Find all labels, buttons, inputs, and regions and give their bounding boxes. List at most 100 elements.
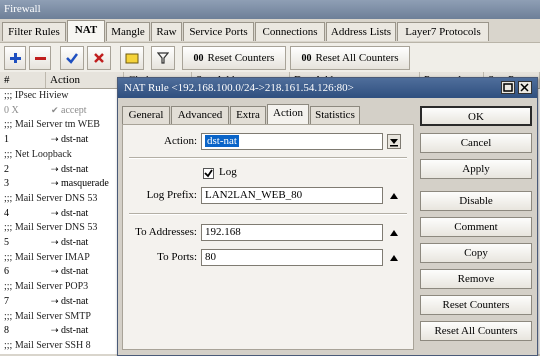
rule-action-label: dst-nat <box>61 207 89 219</box>
rule-action-label: accept <box>61 104 87 116</box>
rule-action-label: dst-nat <box>61 163 89 175</box>
tab-filter-rules[interactable]: Filter Rules <box>2 22 66 41</box>
rule-number: 8 <box>4 325 9 337</box>
tab-advanced[interactable]: Advanced <box>171 106 229 124</box>
arrow-icon: ⇢ <box>51 266 59 277</box>
reset-all-counters-button[interactable]: 00 Reset All Counters <box>290 46 410 70</box>
check-icon <box>204 169 213 178</box>
tab-address-lists[interactable]: Address Lists <box>326 22 396 41</box>
arrow-icon: ⇢ <box>51 207 59 218</box>
rule-number: 0 X <box>4 104 19 116</box>
disable-button[interactable] <box>87 46 111 70</box>
rule-action-label: dst-nat <box>61 266 89 278</box>
firewall-tabs: Filter Rules NAT Mangle Raw Service Port… <box>0 20 540 42</box>
to-ports-input[interactable]: 80 <box>201 249 383 266</box>
rule-action: ⇢ dst-nat <box>51 133 88 146</box>
col-number[interactable]: # <box>0 72 46 88</box>
rule-number: 2 <box>4 163 9 175</box>
tab-raw[interactable]: Raw <box>151 22 182 41</box>
collapse-icon[interactable] <box>390 255 398 261</box>
collapse-icon[interactable] <box>390 193 398 199</box>
ok-button[interactable]: OK <box>420 106 532 126</box>
tab-service-ports[interactable]: Service Ports <box>183 22 254 41</box>
rule-action: ⇢ dst-nat <box>51 207 88 220</box>
remove-rule-button[interactable]: Remove <box>420 269 532 289</box>
rule-action-label: dst-nat <box>61 134 89 146</box>
nat-rule-dialog: NAT Rule <192.168.100.0/24->218.161.54.1… <box>117 77 538 356</box>
rule-number: 6 <box>4 266 9 278</box>
action-dropdown-button[interactable] <box>387 134 401 149</box>
chevron-down-icon <box>390 139 398 147</box>
tab-action[interactable]: Action <box>267 104 309 124</box>
comment-text: ;;; Mail Server SSH 8 <box>4 339 91 351</box>
comment-button[interactable] <box>120 46 144 70</box>
tab-statistics[interactable]: Statistics <box>310 106 360 124</box>
log-label: Log <box>219 166 237 178</box>
comment-text: ;;; Mail Server DNS 53 <box>4 222 98 234</box>
restore-icon <box>503 83 513 92</box>
reset-all-counters-label: Reset All Counters <box>315 52 399 64</box>
rule-action-label: dst-nat <box>61 325 89 337</box>
tab-nat[interactable]: NAT <box>67 20 105 42</box>
arrow-icon: ⇢ <box>51 134 59 145</box>
comment-rule-button[interactable]: Comment <box>420 217 532 237</box>
arrow-icon: ⇢ <box>51 295 59 306</box>
tab-mangle[interactable]: Mangle <box>106 22 150 41</box>
reset-counters-button[interactable]: 00 Reset Counters <box>182 46 286 70</box>
log-prefix-label: Log Prefix: <box>146 189 197 201</box>
check-icon: ✔ <box>51 104 59 115</box>
close-button[interactable] <box>518 81 532 94</box>
disable-rule-button[interactable]: Disable <box>420 191 532 211</box>
arrow-icon: ⇢ <box>51 237 59 247</box>
rule-action: ⇢ dst-nat <box>51 163 88 176</box>
dialog-title: NAT Rule <192.168.100.0/24->218.161.54.1… <box>118 78 537 98</box>
comment-text: ;;; Mail Server tm WEB <box>4 119 100 131</box>
arrow-icon: ⇢ <box>51 178 59 189</box>
rule-number: 1 <box>4 134 9 146</box>
divider <box>129 157 407 159</box>
comment-text: ;;; Mail Server POP3 <box>4 281 89 293</box>
restore-button[interactable] <box>501 81 515 94</box>
log-checkbox[interactable] <box>203 168 214 179</box>
copy-button[interactable]: Copy <box>420 243 532 263</box>
tab-connections[interactable]: Connections <box>255 22 325 41</box>
window-title: Firewall <box>0 0 540 19</box>
log-prefix-input[interactable]: LAN2LAN_WEB_80 <box>201 187 383 204</box>
rule-action: ⇢ dst-nat <box>51 236 88 249</box>
filter-icon <box>157 52 169 64</box>
apply-button[interactable]: Apply <box>420 159 532 179</box>
rule-action: ⇢ dst-nat <box>51 265 88 278</box>
filter-button[interactable] <box>151 46 175 70</box>
remove-button[interactable] <box>29 46 51 70</box>
to-ports-label: To Ports: <box>157 251 197 263</box>
rule-number: 7 <box>4 295 9 307</box>
tab-extra[interactable]: Extra <box>230 106 266 124</box>
enable-button[interactable] <box>60 46 84 70</box>
counter-icon: 00 <box>193 53 204 64</box>
arrow-icon: ⇢ <box>51 163 59 174</box>
rule-number: 5 <box>4 237 9 248</box>
action-label: Action: <box>164 135 197 147</box>
collapse-icon[interactable] <box>390 230 398 236</box>
counter-icon: 00 <box>301 53 312 64</box>
tab-general[interactable]: General <box>122 106 170 124</box>
action-panel: Action: dst-nat Log Log Prefix: LAN2LAN_… <box>122 124 414 350</box>
tab-layer7-protocols[interactable]: Layer7 Protocols <box>397 22 489 41</box>
col-action[interactable]: Action <box>46 72 124 88</box>
reset-counters-label: Reset Counters <box>207 52 275 64</box>
rule-action-label: masquerade <box>61 178 109 190</box>
reset-all-counters-dialog-button[interactable]: Reset All Counters <box>420 321 532 341</box>
note-icon <box>125 53 139 64</box>
rule-action-label: dst-nat <box>61 237 89 248</box>
to-addresses-input[interactable]: 192.168 <box>201 224 383 241</box>
to-addresses-label: To Addresses: <box>135 226 197 238</box>
reset-counters-dialog-button[interactable]: Reset Counters <box>420 295 532 315</box>
comment-text: ;;; IPsec Hiview <box>4 90 69 101</box>
rule-number: 3 <box>4 178 9 190</box>
action-select[interactable]: dst-nat <box>201 133 383 150</box>
comment-text: ;;; Mail Server SMTP <box>4 310 91 322</box>
comment-text: ;;; Mail Server DNS 53 <box>4 192 98 204</box>
arrow-icon: ⇢ <box>51 325 59 336</box>
add-button[interactable] <box>4 46 26 70</box>
cancel-button[interactable]: Cancel <box>420 133 532 153</box>
